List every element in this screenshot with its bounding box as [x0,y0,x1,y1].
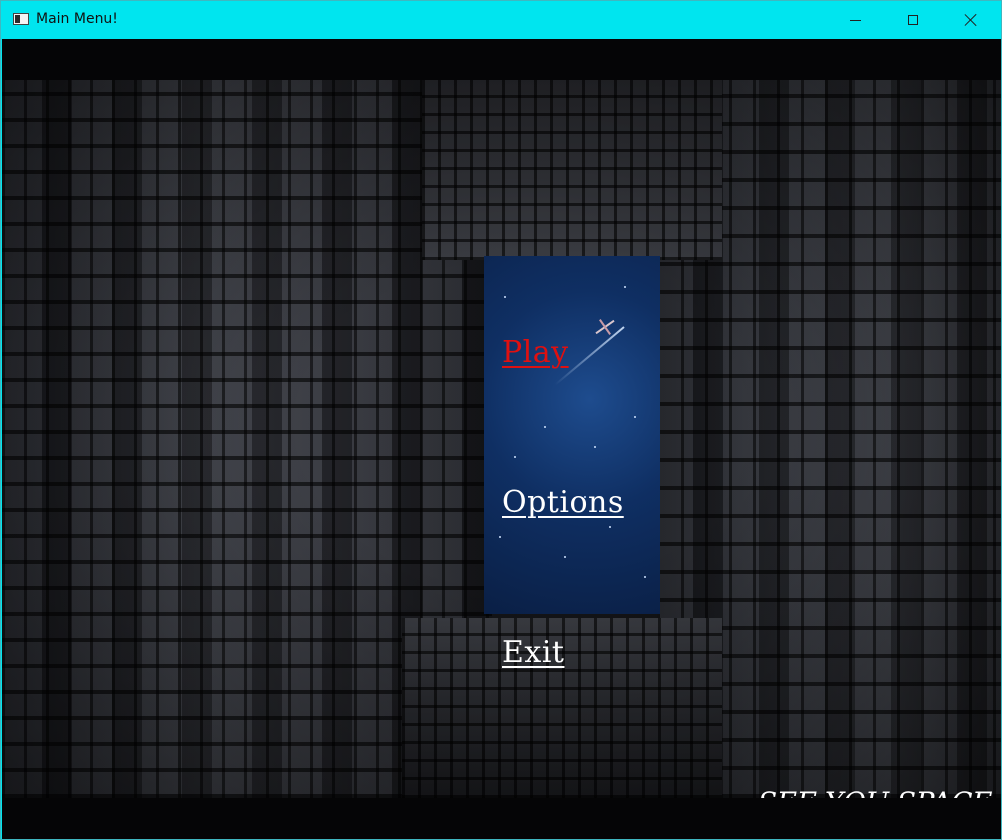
game-window: Main Menu! Play Options Exit [0,0,1002,840]
star [594,446,596,448]
close-button[interactable] [942,1,1000,39]
minimize-icon [849,19,861,21]
star [499,536,501,538]
star [564,556,566,558]
maximize-button[interactable] [884,1,942,39]
star [504,296,506,298]
night-sky-opening [484,256,660,614]
background-cityscape-image: Play Options Exit SEE YOU SPACE [2,80,1001,798]
game-canvas: Play Options Exit SEE YOU SPACE [2,39,1001,839]
exit-button[interactable]: Exit [502,638,564,668]
star [634,416,636,418]
building-facade-top [422,80,722,260]
tagline-text: SEE YOU SPACE [758,786,992,798]
airplane-icon [594,316,616,338]
close-icon [964,13,978,27]
star [624,286,626,288]
star [609,526,611,528]
star [514,456,516,458]
window-title: Main Menu! [36,11,118,27]
maximize-icon [908,15,918,25]
play-button[interactable]: Play [502,338,569,368]
star [544,426,546,428]
minimize-button[interactable] [826,1,884,39]
title-bar[interactable]: Main Menu! [1,1,1001,39]
star [644,576,646,578]
options-button[interactable]: Options [502,488,624,518]
app-window-icon [13,13,29,25]
